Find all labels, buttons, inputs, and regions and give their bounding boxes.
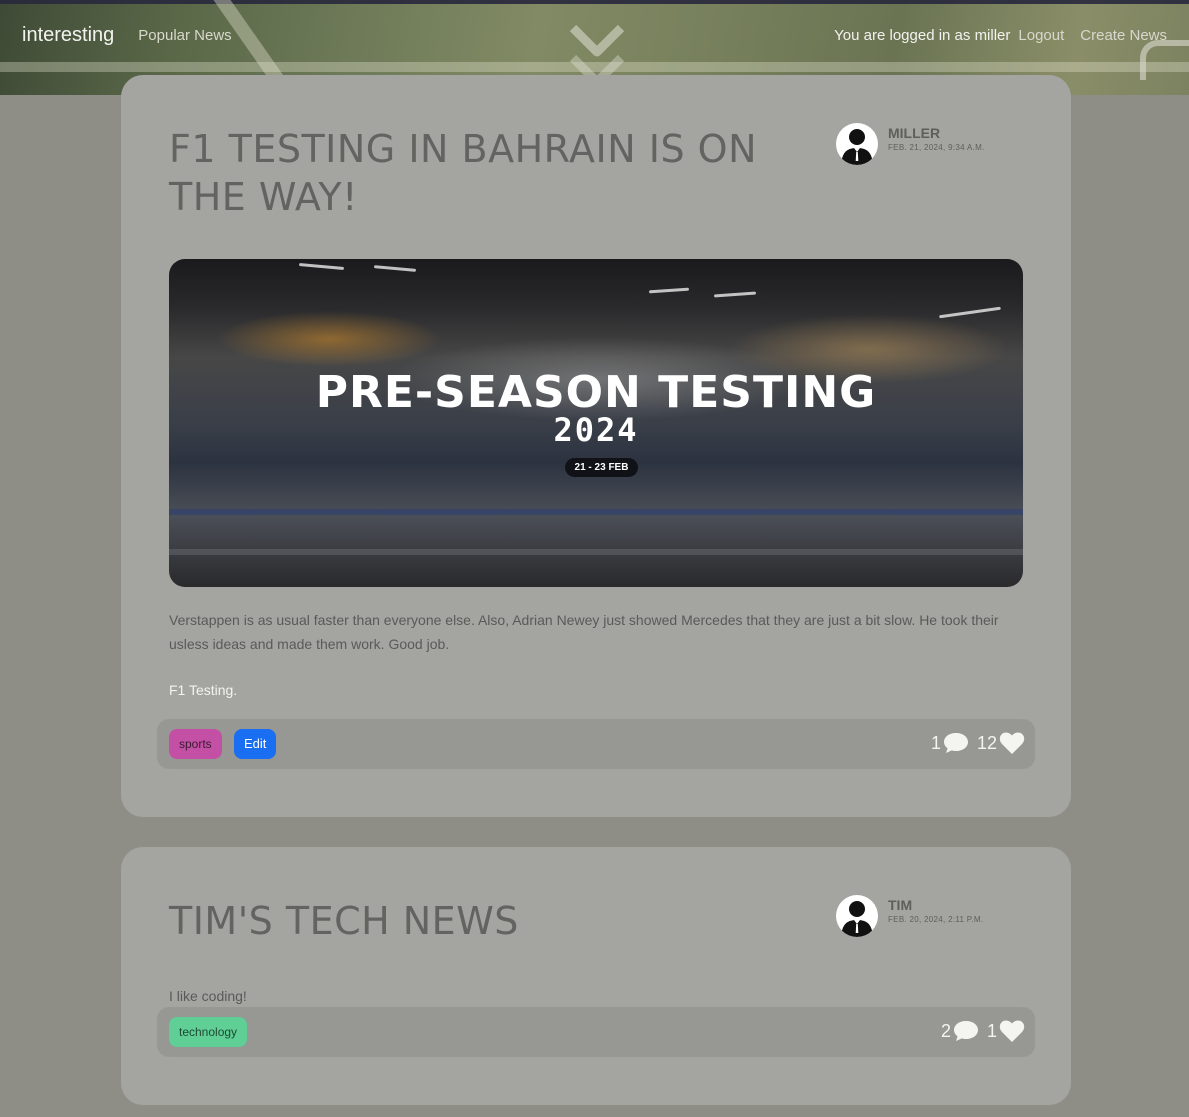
author-info: MILLER FEB. 21, 2024, 9:34 A.M. xyxy=(888,123,985,152)
edit-button[interactable]: Edit xyxy=(234,729,277,759)
category-tag[interactable]: sports xyxy=(169,729,222,759)
avatar xyxy=(836,123,878,165)
image-decoration xyxy=(373,265,417,272)
post-footer: technology 2 1 xyxy=(157,1007,1035,1057)
like-count[interactable]: 12 xyxy=(977,731,1025,755)
image-decoration xyxy=(939,306,1001,319)
post-body: Verstappen is as usual faster than every… xyxy=(169,612,999,652)
news-card: F1 TESTING IN BAHRAIN IS ON THE WAY! MIL… xyxy=(121,75,1071,817)
post-footer: sports Edit 1 12 xyxy=(157,719,1035,769)
image-decoration xyxy=(713,291,757,298)
like-count-value: 12 xyxy=(976,732,997,753)
post-author: TIM FEB. 20, 2024, 2:11 P.M. xyxy=(836,895,983,937)
like-count[interactable]: 1 xyxy=(987,1019,1025,1043)
author-name: MILLER xyxy=(888,125,941,141)
comment-count-value: 1 xyxy=(930,732,941,753)
post-stats: 1 12 xyxy=(931,731,1025,755)
post-subtitle: F1 Testing. xyxy=(169,682,238,698)
news-card: TIM'S TECH NEWS TIM FEB. 20, 2024, 2:11 … xyxy=(121,847,1071,1105)
top-navbar: interesting Popular News You are logged … xyxy=(0,0,1189,70)
category-tag[interactable]: technology xyxy=(169,1017,248,1047)
author-name: TIM xyxy=(888,897,913,913)
avatar-silhouette-icon xyxy=(841,901,873,937)
post-stats: 2 1 xyxy=(941,1019,1025,1043)
image-decoration xyxy=(169,509,1023,515)
logged-in-status: You are logged in as miller xyxy=(834,26,1011,44)
post-image: PRE-SEASON TESTING 2024 21 - 23 FEB xyxy=(169,259,1023,587)
logout-link[interactable]: Logout xyxy=(1018,27,1064,44)
comment-count[interactable]: 1 xyxy=(931,731,969,755)
heart-icon xyxy=(999,1020,1025,1042)
comment-icon xyxy=(953,1021,978,1041)
image-decoration xyxy=(298,263,345,270)
heart-icon xyxy=(999,732,1025,754)
post-date: FEB. 20, 2024, 2:11 P.M. xyxy=(888,915,984,924)
brand-link[interactable]: interesting xyxy=(22,24,114,47)
post-author: MILLER FEB. 21, 2024, 9:34 A.M. xyxy=(836,123,985,165)
post-title: TIM'S TECH NEWS xyxy=(169,899,519,943)
like-count-value: 1 xyxy=(986,1020,997,1041)
create-news-link[interactable]: Create News xyxy=(1080,27,1167,44)
comment-icon xyxy=(943,733,968,753)
image-decoration xyxy=(648,287,690,294)
image-dates: 21 - 23 FEB xyxy=(565,458,638,477)
image-decoration xyxy=(169,549,1023,555)
comment-count-value: 2 xyxy=(940,1020,951,1041)
avatar xyxy=(836,895,878,937)
popular-news-link[interactable]: Popular News xyxy=(138,27,231,44)
comment-count[interactable]: 2 xyxy=(941,1019,979,1043)
post-body: I like coding! xyxy=(169,988,247,1004)
avatar-silhouette-icon xyxy=(841,129,873,165)
post-date: FEB. 21, 2024, 9:34 A.M. xyxy=(888,143,985,152)
post-title: F1 TESTING IN BAHRAIN IS ON THE WAY! xyxy=(169,127,757,219)
nav-right: You are logged in as miller Logout Creat… xyxy=(834,27,1167,44)
author-info: TIM FEB. 20, 2024, 2:11 P.M. xyxy=(888,895,983,924)
image-year: 2024 xyxy=(553,411,639,449)
